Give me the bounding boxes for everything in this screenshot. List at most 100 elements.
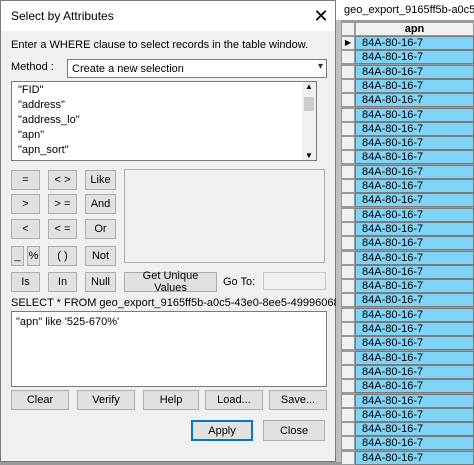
table-row[interactable]: 84A-80-16-7	[341, 279, 474, 294]
table-row[interactable]: 84A-80-16-7	[341, 164, 474, 179]
field-item[interactable]: "apn"	[18, 129, 44, 141]
apn-cell[interactable]: 84A-80-16-7	[355, 107, 474, 122]
apn-cell[interactable]: 84A-80-16-7	[355, 179, 474, 193]
table-row[interactable]: 84A-80-16-7	[341, 350, 474, 365]
column-header-apn[interactable]: apn	[355, 22, 474, 36]
table-row[interactable]: 84A-80-16-7	[341, 293, 474, 308]
apply-button[interactable]: Apply	[191, 420, 253, 441]
row-selector[interactable]	[341, 179, 355, 193]
not-button[interactable]: Not	[85, 246, 116, 266]
row-selector[interactable]	[341, 107, 355, 122]
scroll-down-icon[interactable]: ▼	[305, 151, 313, 160]
table-row[interactable]: 84A-80-16-7	[341, 107, 474, 122]
apn-cell[interactable]: 84A-80-16-7	[355, 436, 474, 451]
row-selector[interactable]: ▶	[341, 36, 355, 50]
parentheses-button[interactable]: ( )	[48, 246, 77, 266]
clear-button[interactable]: Clear	[11, 390, 69, 410]
apn-cell[interactable]: 84A-80-16-7	[355, 364, 474, 379]
row-selector[interactable]	[341, 407, 355, 422]
row-selector[interactable]	[341, 393, 355, 408]
table-row[interactable]: 84A-80-16-7	[341, 193, 474, 208]
apn-cell[interactable]: 84A-80-16-7	[355, 164, 474, 179]
row-selector[interactable]	[341, 279, 355, 294]
table-row[interactable]: 84A-80-16-7	[341, 121, 474, 136]
row-selector[interactable]	[341, 164, 355, 179]
is-button[interactable]: Is	[11, 272, 40, 292]
apn-cell[interactable]: 84A-80-16-7	[355, 193, 474, 208]
apn-cell[interactable]: 84A-80-16-7	[355, 221, 474, 236]
table-row[interactable]: 84A-80-16-7	[341, 450, 474, 465]
load-button[interactable]: Load...	[205, 390, 263, 410]
apn-cell[interactable]: 84A-80-16-7	[355, 407, 474, 422]
row-selector[interactable]	[341, 236, 355, 251]
row-selector[interactable]	[341, 436, 355, 451]
table-row[interactable]: 84A-80-16-7	[341, 307, 474, 322]
like-button[interactable]: Like	[85, 170, 116, 190]
row-selector[interactable]	[341, 150, 355, 165]
table-row[interactable]: 84A-80-16-7	[341, 393, 474, 408]
row-selector[interactable]	[341, 379, 355, 394]
apn-cell[interactable]: 84A-80-16-7	[355, 136, 474, 151]
field-list[interactable]: "FID" "address" "address_lo" "apn" "apn_…	[11, 81, 317, 161]
apn-cell[interactable]: 84A-80-16-7	[355, 64, 474, 79]
apn-cell[interactable]: 84A-80-16-7	[355, 264, 474, 279]
help-button[interactable]: Help	[143, 390, 199, 410]
close-button[interactable]: Close	[263, 420, 325, 441]
scroll-up-icon[interactable]: ▲	[305, 82, 313, 91]
table-row[interactable]: 84A-80-16-7	[341, 264, 474, 279]
apn-cell[interactable]: 84A-80-16-7	[355, 293, 474, 308]
table-row[interactable]: 84A-80-16-7	[341, 207, 474, 222]
table-row[interactable]: 84A-80-16-7	[341, 422, 474, 437]
apn-cell[interactable]: 84A-80-16-7	[355, 207, 474, 222]
field-list-scrollbar[interactable]: ▲ ▼	[302, 82, 316, 160]
field-item[interactable]: "address"	[18, 99, 65, 111]
table-row[interactable]: 84A-80-16-7	[341, 322, 474, 336]
row-selector[interactable]	[341, 78, 355, 93]
close-icon[interactable]: ✕	[307, 3, 335, 29]
apn-cell[interactable]: 84A-80-16-7	[355, 93, 474, 108]
row-selector[interactable]	[341, 293, 355, 308]
where-clause-textbox[interactable]: "apn" like '525-670%'	[11, 311, 327, 387]
apn-cell[interactable]: 84A-80-16-7	[355, 336, 474, 351]
apn-cell[interactable]: 84A-80-16-7	[355, 150, 474, 165]
table-row[interactable]: 84A-80-16-7	[341, 236, 474, 251]
get-unique-values-button[interactable]: Get Unique Values	[124, 270, 217, 294]
table-row[interactable]: 84A-80-16-7	[341, 364, 474, 379]
table-row[interactable]: 84A-80-16-7	[341, 136, 474, 151]
apn-cell[interactable]: 84A-80-16-7	[355, 379, 474, 394]
save-button[interactable]: Save...	[269, 390, 327, 410]
apn-cell[interactable]: 84A-80-16-7	[355, 279, 474, 294]
greater-equal-button[interactable]: > =	[48, 194, 77, 214]
apn-cell[interactable]: 84A-80-16-7	[355, 322, 474, 336]
verify-button[interactable]: Verify	[77, 390, 135, 410]
table-row[interactable]: 84A-80-16-7	[341, 250, 474, 265]
table-row[interactable]: ▶ 84A-80-16-7	[341, 36, 474, 50]
row-selector[interactable]	[341, 264, 355, 279]
apn-cell[interactable]: 84A-80-16-7	[355, 393, 474, 408]
not-equal-button[interactable]: < >	[48, 170, 77, 190]
apn-cell[interactable]: 84A-80-16-7	[355, 236, 474, 251]
table-row[interactable]: 84A-80-16-7	[341, 78, 474, 93]
row-selector[interactable]	[341, 193, 355, 208]
null-button[interactable]: Null	[85, 272, 116, 292]
field-item[interactable]: "FID"	[18, 84, 44, 96]
apn-cell[interactable]: 84A-80-16-7	[355, 50, 474, 65]
table-row[interactable]: 84A-80-16-7	[341, 93, 474, 108]
apn-cell[interactable]: 84A-80-16-7	[355, 36, 474, 50]
row-selector[interactable]	[341, 64, 355, 79]
and-button[interactable]: And	[85, 194, 116, 214]
field-item[interactable]: "address_lo"	[18, 114, 80, 126]
row-selector[interactable]	[341, 336, 355, 351]
table-row[interactable]: 84A-80-16-7	[341, 150, 474, 165]
row-selector[interactable]	[341, 221, 355, 236]
less-equal-button[interactable]: < =	[48, 219, 77, 239]
table-row[interactable]: 84A-80-16-7	[341, 407, 474, 422]
row-selector[interactable]	[341, 307, 355, 322]
apn-cell[interactable]: 84A-80-16-7	[355, 422, 474, 437]
row-selector[interactable]	[341, 450, 355, 465]
apn-cell[interactable]: 84A-80-16-7	[355, 350, 474, 365]
field-item[interactable]: "apn_sort"	[18, 144, 69, 156]
in-button[interactable]: In	[48, 272, 77, 292]
percent-button[interactable]: %	[27, 246, 40, 266]
equals-button[interactable]: =	[11, 170, 40, 190]
